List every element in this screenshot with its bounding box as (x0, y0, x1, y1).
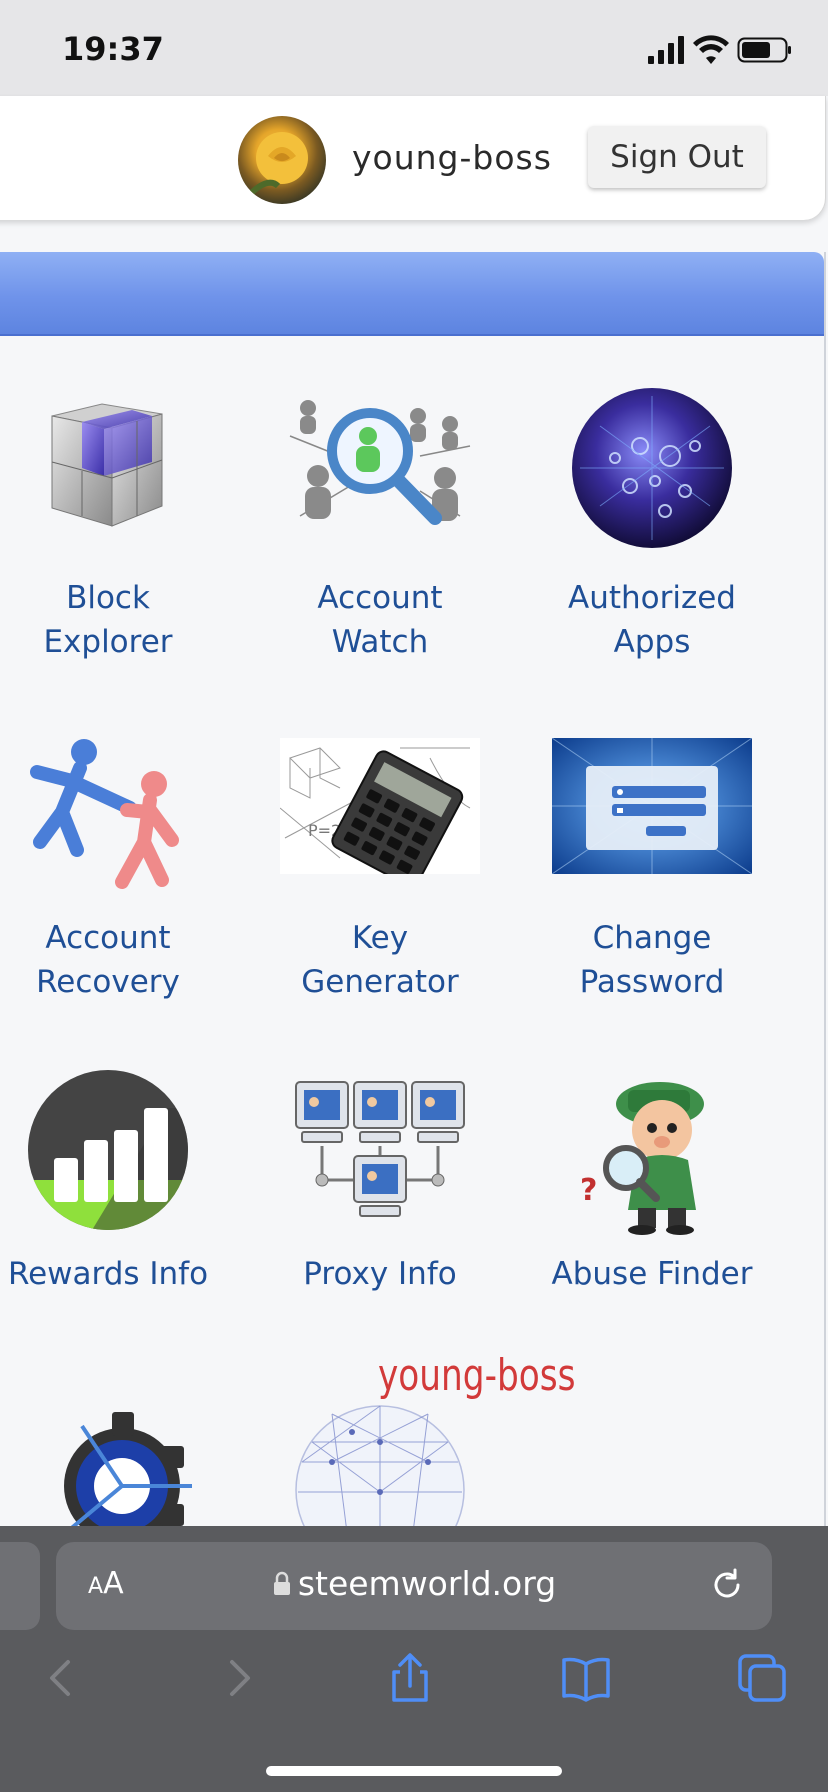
tile-block-explorer[interactable]: Block Explorer (0, 380, 244, 670)
wifi-icon (693, 35, 729, 64)
status-time: 19:37 (62, 30, 164, 68)
network-globe-icon (572, 388, 732, 548)
cellular-signal-icon (648, 36, 684, 64)
tabs-icon[interactable] (736, 1652, 788, 1704)
tile-authorized-apps[interactable]: Authorized Apps (516, 380, 788, 670)
tile-label-line2: Explorer (43, 624, 173, 660)
magnifier-people-icon (289, 400, 471, 525)
back-icon[interactable] (36, 1652, 88, 1704)
content-border (824, 252, 826, 1532)
proxy-computers-icon (295, 1081, 465, 1217)
tile-settings[interactable] (0, 1400, 244, 1526)
watermark-text: young-boss (378, 1350, 576, 1401)
tile-network[interactable] (244, 1400, 516, 1526)
bookmarks-icon[interactable] (560, 1652, 612, 1704)
account-header: young-boss Sign Out (0, 96, 826, 220)
tile-label-line1: Key (351, 920, 409, 956)
tile-account-watch[interactable]: Account Watch (244, 380, 516, 670)
tile-label-line1: Change (592, 920, 712, 956)
url-text[interactable]: steemworld.org (56, 1564, 772, 1603)
gear-icon (64, 1412, 192, 1526)
tile-label-line2: Password (579, 964, 725, 1000)
menu-bar[interactable] (0, 252, 824, 336)
battery-icon (737, 37, 791, 63)
tile-label-line2: Apps (613, 624, 691, 660)
tile-label-line2: Generator (301, 964, 459, 1000)
address-bar[interactable]: AA steemworld.org (56, 1542, 772, 1630)
tile-label-line1: Account (45, 920, 171, 956)
tile-account-recovery[interactable]: Account Recovery (0, 720, 244, 1010)
tile-label: Proxy Info (303, 1256, 457, 1292)
wireframe-globe-icon (295, 1405, 465, 1526)
home-indicator (266, 1766, 562, 1776)
tile-label-line1: Account (317, 580, 443, 616)
tile-label-line1: Block (66, 580, 150, 616)
tile-rewards-info[interactable]: Rewards Info (0, 1060, 244, 1310)
tile-label: Abuse Finder (551, 1256, 753, 1292)
cube-icon (51, 403, 163, 527)
tile-label-line2: Watch (331, 624, 429, 660)
tile-label-line1: Authorized (567, 580, 736, 616)
tile-change-password[interactable]: Change Password (516, 720, 788, 1010)
status-icons (648, 35, 791, 64)
detective-icon: ? (580, 1082, 704, 1235)
share-icon[interactable] (384, 1652, 436, 1704)
svg-text:?: ? (580, 1173, 597, 1208)
tile-label: Rewards Info (7, 1256, 209, 1292)
calculator-icon: P=2 (280, 738, 480, 874)
forward-icon[interactable] (212, 1652, 264, 1704)
tile-label-line2: Recovery (36, 964, 180, 1000)
tile-key-generator[interactable]: P=2 Key Generator (244, 720, 516, 1010)
status-bar: 19:37 (0, 0, 828, 96)
sign-out-button[interactable]: Sign Out (588, 126, 766, 188)
avatar[interactable] (238, 116, 326, 204)
reload-icon[interactable] (708, 1566, 746, 1604)
login-screen-icon (552, 738, 752, 874)
tile-abuse-finder[interactable]: ? Abuse Finder (516, 1060, 788, 1310)
previous-tab-peek[interactable] (0, 1542, 40, 1630)
helping-hand-icon (30, 739, 179, 889)
tile-proxy-info[interactable]: Proxy Info (244, 1060, 516, 1310)
lock-icon (273, 1571, 290, 1595)
username[interactable]: young-boss (352, 138, 552, 177)
bar-chart-circle-icon (28, 1070, 188, 1230)
